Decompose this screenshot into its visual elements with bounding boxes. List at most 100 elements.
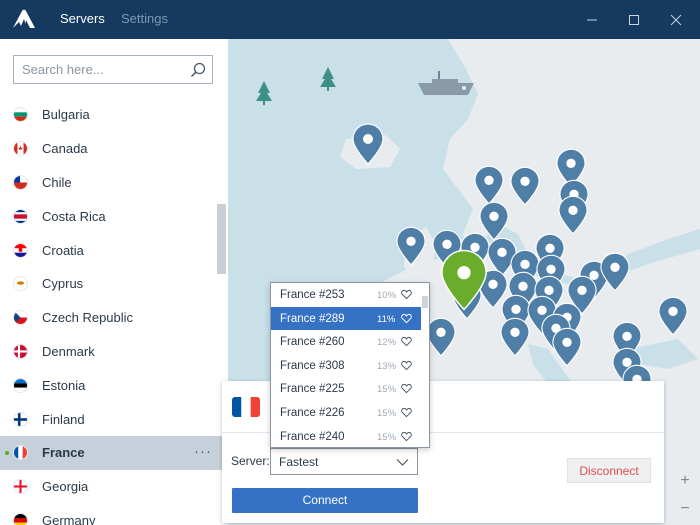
- map-pin-icon[interactable]: [558, 195, 588, 235]
- heart-icon[interactable]: [401, 431, 412, 442]
- close-icon: [670, 14, 682, 26]
- map-pin-icon[interactable]: [500, 317, 530, 357]
- map-pin-icon[interactable]: [426, 317, 456, 357]
- server-option[interactable]: France #240 15%: [271, 425, 421, 447]
- flag-bulgaria-icon: [13, 107, 28, 123]
- server-select-value: Fastest: [279, 455, 319, 469]
- flag-germany-icon: [13, 512, 28, 525]
- zoom-out-button[interactable]: −: [676, 500, 694, 518]
- map-pin-icon[interactable]: [474, 165, 504, 205]
- active-location-pin-icon[interactable]: [440, 249, 488, 311]
- map-pin-icon[interactable]: [552, 327, 582, 367]
- server-option[interactable]: France #226 15%: [271, 401, 421, 425]
- server-load: 15%: [377, 431, 397, 443]
- country-item-costa-rica[interactable]: Costa Rica: [0, 199, 228, 233]
- country-item-georgia[interactable]: Georgia: [0, 470, 228, 504]
- country-item-czech-republic[interactable]: Czech Republic: [0, 301, 228, 335]
- title-bar: Servers Settings: [0, 0, 700, 39]
- heart-icon[interactable]: [401, 407, 412, 418]
- flag-finland-icon: [13, 411, 28, 427]
- country-name: Estonia: [42, 377, 86, 393]
- flag-denmark-icon: [13, 343, 28, 359]
- server-label: Server:: [231, 454, 270, 468]
- map-pin-icon[interactable]: [600, 252, 630, 292]
- country-name: Chile: [42, 174, 72, 190]
- maximize-icon: [629, 15, 639, 25]
- country-item-denmark[interactable]: Denmark: [0, 335, 228, 369]
- server-name: France #260: [280, 336, 345, 349]
- connect-button[interactable]: Connect: [232, 488, 418, 513]
- server-name: France #289: [280, 312, 345, 325]
- server-name: France #226: [280, 407, 345, 419]
- country-name: Costa Rica: [42, 208, 106, 224]
- country-name: Finland: [42, 411, 85, 427]
- minimize-button[interactable]: [580, 8, 604, 32]
- sidebar: Bulgaria Canada Chile Costa Rica Croatia…: [0, 39, 228, 525]
- country-item-cyprus[interactable]: Cyprus: [0, 267, 228, 301]
- country-name: Bulgaria: [42, 107, 90, 123]
- map-pin-icon[interactable]: [510, 166, 540, 206]
- country-item-canada[interactable]: Canada: [0, 132, 228, 166]
- flag-georgia-icon: [13, 479, 28, 495]
- dropdown-scrollbar[interactable]: [422, 296, 428, 308]
- maximize-button[interactable]: [622, 8, 646, 32]
- country-item-bulgaria[interactable]: Bulgaria: [0, 98, 228, 132]
- flag-france-icon: [232, 397, 260, 417]
- flag-croatia-icon: [13, 242, 28, 258]
- flag-czech-republic-icon: [13, 310, 28, 326]
- server-dropdown: France #253 10% France #289 11% France #…: [270, 282, 430, 448]
- server-load: 11%: [377, 313, 396, 325]
- map-pin-icon[interactable]: [658, 296, 688, 336]
- server-load: 15%: [377, 384, 397, 396]
- tab-servers[interactable]: Servers: [60, 11, 105, 26]
- country-name: Canada: [42, 141, 88, 157]
- server-option[interactable]: France #225 15%: [271, 377, 421, 401]
- sidebar-scrollbar[interactable]: [217, 204, 226, 274]
- more-options-button[interactable]: ···: [194, 443, 212, 460]
- nordvpn-logo-icon: [13, 9, 35, 28]
- server-option[interactable]: France #253 10%: [271, 283, 421, 307]
- zoom-in-button[interactable]: +: [676, 472, 694, 490]
- search-icon[interactable]: [189, 61, 207, 79]
- country-name: France: [42, 445, 85, 461]
- country-name: Georgia: [42, 479, 89, 495]
- country-name: Denmark: [42, 343, 95, 359]
- server-load: 12%: [377, 337, 397, 349]
- server-name: France #240: [280, 430, 345, 443]
- server-name: France #253: [280, 289, 345, 301]
- country-item-germany[interactable]: Germany: [0, 504, 228, 525]
- country-item-france[interactable]: France ···: [0, 435, 228, 470]
- server-option[interactable]: France #260 12%: [271, 330, 421, 354]
- country-name: Cyprus: [42, 276, 84, 292]
- heart-icon[interactable]: [401, 336, 412, 347]
- flag-chile-icon: [13, 174, 28, 190]
- close-button[interactable]: [664, 8, 688, 32]
- disconnect-button[interactable]: Disconnect: [567, 458, 651, 483]
- server-option[interactable]: France #289 11%: [271, 306, 421, 331]
- minimize-icon: [587, 19, 597, 21]
- server-option[interactable]: France #308 13%: [271, 354, 421, 378]
- tab-settings[interactable]: Settings: [121, 11, 168, 26]
- heart-icon[interactable]: [401, 313, 412, 324]
- country-item-estonia[interactable]: Estonia: [0, 368, 228, 402]
- heart-icon[interactable]: [401, 289, 412, 300]
- heart-icon[interactable]: [401, 383, 412, 394]
- country-item-chile[interactable]: Chile: [0, 166, 228, 200]
- flag-cyprus-icon: [13, 276, 28, 292]
- country-name: Czech Republic: [42, 310, 134, 326]
- flag-estonia-icon: [13, 377, 28, 393]
- server-load: 10%: [377, 290, 397, 301]
- map-pin-icon[interactable]: [396, 226, 426, 266]
- country-item-croatia[interactable]: Croatia: [0, 233, 228, 267]
- server-select[interactable]: Fastest: [270, 448, 418, 475]
- country-item-finland[interactable]: Finland: [0, 402, 228, 436]
- map-pin-icon[interactable]: [352, 123, 384, 165]
- server-load: 13%: [377, 360, 397, 372]
- search-input[interactable]: [22, 61, 187, 78]
- country-list: Bulgaria Canada Chile Costa Rica Croatia…: [0, 98, 228, 525]
- flag-canada-icon: [13, 141, 28, 157]
- country-name: Croatia: [42, 242, 84, 258]
- server-load: 15%: [377, 408, 397, 419]
- heart-icon[interactable]: [401, 360, 412, 371]
- flag-france-icon: [13, 445, 28, 461]
